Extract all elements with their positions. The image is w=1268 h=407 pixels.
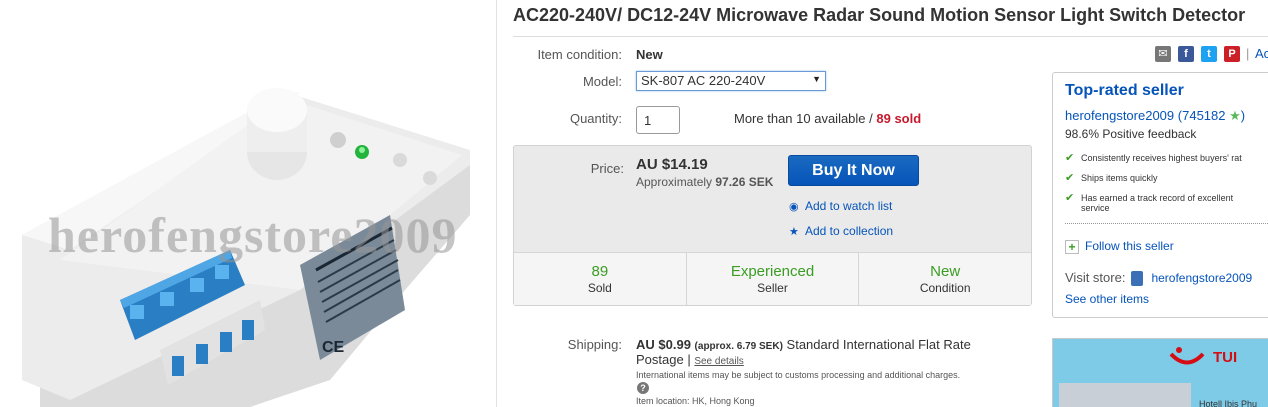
price-value: AU $14.19 xyxy=(636,156,708,173)
stat-sold-label: Sold xyxy=(587,281,612,295)
see-other-items-link[interactable]: See other items xyxy=(1065,292,1149,306)
shipping-method-line2: Postage | xyxy=(636,352,691,367)
quantity-input[interactable]: 1 xyxy=(636,106,680,134)
share-separator: | xyxy=(1246,46,1250,61)
add-to-watch-list-link[interactable]: ◉ Add to watch list xyxy=(789,199,892,213)
shipping-label: Shipping: xyxy=(567,337,622,352)
stat-seller: Experienced Seller xyxy=(687,253,860,305)
stat-sold-value: 89 xyxy=(591,263,609,280)
image-watermark: herofengstore2009 xyxy=(48,207,458,263)
seller-check-text: Has earned a track record of excellent xyxy=(1081,193,1234,203)
star-icon: ★ xyxy=(789,226,799,238)
shipping-customs-note: International items may be subject to cu… xyxy=(636,370,961,380)
shipping-price: AU $0.99 (approx. 6.79 SEK) Standard Int… xyxy=(636,337,971,352)
visit-store-line: Visit store: herofengstore2009 xyxy=(1065,270,1252,287)
ad-caption: Hotell Ibis Phu xyxy=(1199,399,1258,407)
twitter-share-icon[interactable]: t xyxy=(1201,46,1217,62)
tui-brand: TUI xyxy=(1213,349,1238,366)
dropdown-arrow-icon: ▼ xyxy=(812,74,821,84)
stat-sold: 89 Sold xyxy=(514,253,687,305)
sold-count[interactable]: 89 sold xyxy=(876,111,921,126)
svg-text:CE: CE xyxy=(322,339,345,356)
eye-icon: ◉ xyxy=(789,201,799,213)
tui-advertisement[interactable]: TUI Hotell Ibis Phu xyxy=(1052,338,1268,407)
add-to-collection-link[interactable]: ★ Add to collection xyxy=(789,224,893,238)
follow-seller-link[interactable]: + Follow this seller xyxy=(1065,239,1174,254)
quantity-label: Quantity: xyxy=(569,111,622,126)
stat-seller-value: Experienced xyxy=(730,263,815,280)
seller-check-text-cont: service xyxy=(1081,203,1110,213)
checkmark-icon: ✔ xyxy=(1065,192,1075,204)
condition-label: Item condition: xyxy=(537,47,622,62)
stat-condition-value: New xyxy=(930,263,961,280)
seller-check-text: Consistently receives highest buyers' ra… xyxy=(1081,153,1242,163)
shipping-line-2: Postage | See details xyxy=(636,352,744,367)
seller-name-link[interactable]: herofengstore2009 xyxy=(1065,108,1174,123)
watch-list-label: Add to watch list xyxy=(805,199,893,213)
facebook-share-icon[interactable]: f xyxy=(1178,46,1194,62)
shipping-method: Standard International Flat Rate xyxy=(786,337,971,352)
help-icon[interactable]: ? xyxy=(637,382,649,394)
seller-score-close: ) xyxy=(1240,108,1246,123)
model-label: Model: xyxy=(582,74,622,89)
seller-panel: Top-rated seller herofengstore2009 (7451… xyxy=(1052,72,1268,318)
seller-check-item: ✔ Ships items quickly xyxy=(1065,172,1158,184)
price-approx: Approximately 97.26 SEK xyxy=(636,175,773,189)
checkmark-icon: ✔ xyxy=(1065,152,1075,164)
sensor-photo: CE xyxy=(22,88,470,407)
model-selected-value: SK-807 AC 220-240V xyxy=(641,73,766,88)
condition-value: New xyxy=(636,47,663,62)
item-location: Item location: HK, Hong Kong xyxy=(636,396,755,406)
buy-it-now-button[interactable]: Buy It Now xyxy=(788,155,919,186)
seller-check-item: ✔ Consistently receives highest buyers' r… xyxy=(1065,152,1242,164)
visit-store-label: Visit store: xyxy=(1065,270,1126,285)
seller-feedback-score[interactable]: (745182 xyxy=(1178,108,1226,123)
shipping-price-value: AU $0.99 xyxy=(636,337,691,352)
email-share-icon[interactable]: ✉ xyxy=(1155,46,1171,62)
positive-feedback: 98.6% Positive feedback xyxy=(1065,127,1197,141)
title-divider xyxy=(513,36,1268,37)
checkmark-icon: ✔ xyxy=(1065,172,1075,184)
seller-check-text: Ships items quickly xyxy=(1081,173,1158,183)
ad-photo xyxy=(1059,383,1191,407)
shipping-approx: (approx. 6.79 SEK) xyxy=(694,341,783,352)
tui-smile-logo xyxy=(1169,347,1205,365)
product-title: AC220-240V/ DC12-24V Microwave Radar Sou… xyxy=(513,5,1246,25)
seller-divider xyxy=(1065,223,1268,224)
stat-condition-label: Condition xyxy=(919,281,971,295)
stats-bar: 89 Sold Experienced Seller New Condition xyxy=(514,252,1031,305)
see-details-link[interactable]: See details xyxy=(694,356,743,367)
price-label: Price: xyxy=(590,161,624,176)
available-count: More than 10 available / xyxy=(734,111,877,126)
store-name-link[interactable]: herofengstore2009 xyxy=(1151,271,1252,285)
price-approx-prefix: Approximately xyxy=(636,175,716,189)
model-select[interactable]: SK-807 AC 220-240V ▼ xyxy=(636,71,826,91)
follow-seller-label: Follow this seller xyxy=(1085,239,1174,253)
seller-star-icon: ★ xyxy=(1229,108,1241,123)
store-icon xyxy=(1131,271,1144,287)
add-to-list-link[interactable]: Ac xyxy=(1255,46,1268,61)
plus-icon: + xyxy=(1065,239,1079,254)
top-rated-seller-heading: Top-rated seller xyxy=(1065,82,1184,99)
collection-label: Add to collection xyxy=(805,224,894,238)
stat-condition: New Condition xyxy=(859,253,1031,305)
availability-text: More than 10 available / 89 sold xyxy=(734,111,921,126)
stat-seller-label: Seller xyxy=(757,281,788,295)
price-box: Price: AU $14.19 Approximately 97.26 SEK… xyxy=(513,145,1032,306)
seller-name-line: herofengstore2009 (745182 ★) xyxy=(1065,108,1245,124)
pinterest-share-icon[interactable]: P xyxy=(1224,46,1240,62)
price-approx-value: 97.26 SEK xyxy=(715,175,774,189)
seller-check-item: ✔ Has earned a track record of excellent xyxy=(1065,192,1234,204)
product-image[interactable]: CE herofengstore2009 xyxy=(0,0,497,407)
